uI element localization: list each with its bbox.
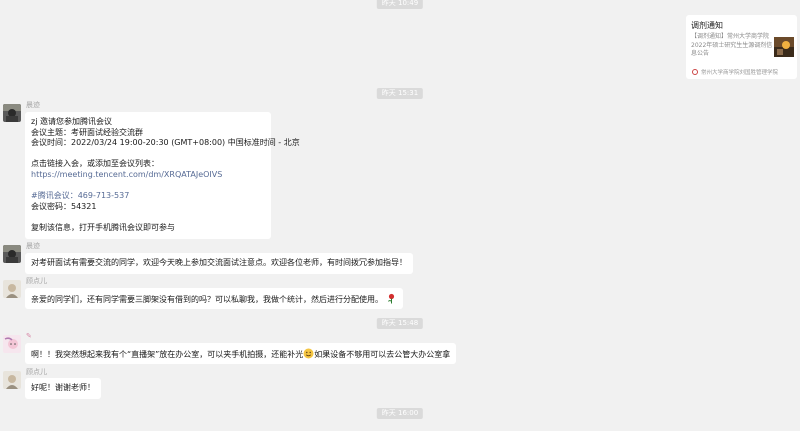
sender-name: 晨迹 [26, 242, 40, 250]
message-line [31, 212, 265, 223]
meeting-link[interactable]: https://meeting.tencent.com/dm/XRQATAJeO… [31, 170, 265, 181]
message-line: 会议密码：54321 [31, 201, 97, 211]
message-text: 亲爱的同学们，还有同学需要三脚架没有借到的吗？可以私聊我，我做个统计，然后进行分… [31, 295, 383, 304]
timestamp: 昨天 15:48 [376, 318, 424, 329]
timestamp: 昨天 15:31 [376, 88, 424, 99]
smiling-face-emoji [303, 348, 314, 359]
card-title: 调剂通知 [691, 21, 723, 30]
card-description: 【调剂通知】常州大学商学院2022年硕士研究生生源调剂信息公告 [691, 33, 773, 57]
card-thumbnail [774, 37, 794, 57]
sender-name: 晨迹 [26, 101, 40, 109]
meeting-id-link[interactable]: #腾讯会议：469-713-537 [31, 191, 265, 202]
shared-article-card[interactable]: 调剂通知 【调剂通知】常州大学商学院2022年硕士研究生生源调剂信息公告 常州大… [686, 15, 797, 79]
meeting-invite-bubble[interactable]: zj 邀请您参加腾讯会议 会议主题：考研面试经验交流群 会议时间：2022/03… [25, 112, 300, 239]
rose-emoji [386, 293, 397, 304]
message-text: 啊！！我突然想起来我有个“直播架”放在办公室，可以夹手机拍摄，还能补光 [31, 350, 304, 359]
card-source: 常州大学商学院刘国胜管理学院 [692, 68, 778, 76]
university-logo-icon [692, 69, 698, 75]
avatar[interactable] [3, 335, 21, 353]
message-line [31, 149, 265, 160]
message-line: 会议时间：2022/03/24 19:00-20:30 (GMT+08:00) … [31, 138, 300, 148]
message-bubble[interactable]: 好呢！谢谢老师！ [25, 378, 101, 399]
message-text: 如果设备不够用可以去公管大办公室拿 [314, 350, 451, 359]
message-line: 复制该信息，打开手机腾讯会议即可参与 [31, 222, 175, 232]
message-line: 会议主题：考研面试经验交流群 [31, 127, 143, 137]
message-line: 点击链接入会，或添加至会议列表： [31, 159, 159, 169]
card-source-text: 常州大学商学院刘国胜管理学院 [701, 70, 779, 76]
message-line: zj 邀请您参加腾讯会议 [31, 117, 112, 126]
avatar[interactable] [3, 245, 21, 263]
sender-name: 顾点儿 [26, 277, 47, 285]
avatar[interactable] [3, 104, 21, 122]
message-line [31, 181, 265, 192]
message-text: 对考研面试有需要交流的同学，欢迎今天晚上参加交流面试注意点。欢迎各位老师，有时间… [31, 258, 407, 267]
message-bubble[interactable]: 对考研面试有需要交流的同学，欢迎今天晚上参加交流面试注意点。欢迎各位老师，有时间… [25, 253, 413, 274]
message-text: 好呢！谢谢老师！ [31, 383, 95, 392]
timestamp: 昨天 10:49 [376, 0, 424, 9]
timestamp: 昨天 16:00 [376, 408, 424, 419]
avatar[interactable] [3, 371, 21, 389]
sender-name: 顾点儿 [26, 368, 47, 376]
message-bubble[interactable]: 亲爱的同学们，还有同学需要三脚架没有借到的吗？可以私聊我，我做个统计，然后进行分… [25, 288, 403, 309]
avatar[interactable] [3, 280, 21, 298]
message-bubble[interactable]: 啊！！我突然想起来我有个“直播架”放在办公室，可以夹手机拍摄，还能补光 如果设备… [25, 343, 457, 364]
sender-badge: ✎ [26, 332, 32, 340]
